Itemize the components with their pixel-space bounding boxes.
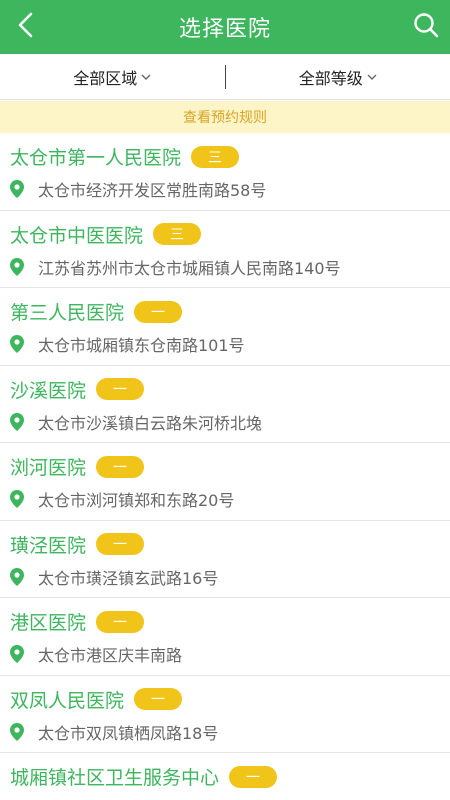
hospital-name: 第三人民医院 bbox=[10, 302, 125, 324]
hospital-address: 太仓市璜泾镇玄武路16号 bbox=[38, 568, 219, 588]
hospital-list-item[interactable]: 太仓市中医医院三江苏省苏州市太仓市城厢镇人民南路140号 bbox=[0, 211, 450, 288]
hospital-title-row: 太仓市中医医院三 bbox=[10, 221, 202, 248]
app-header: 选择医院 bbox=[0, 0, 450, 54]
region-filter[interactable]: 全部区域 bbox=[0, 54, 225, 99]
hospital-title-row: 双凤人民医院一 bbox=[10, 686, 183, 713]
hospital-address: 太仓市港区庆丰南路 bbox=[38, 646, 183, 665]
booking-rules-link[interactable]: 查看预约规则 bbox=[0, 101, 450, 133]
hospital-address: 太仓市城厢镇东仓南路101号 bbox=[38, 336, 245, 355]
hospital-address-row: 江苏省苏州市太仓市城厢镇人民南路140号 bbox=[10, 255, 341, 279]
hospital-level-badge: 一 bbox=[96, 610, 145, 633]
hospital-address: 太仓市双凤镇栖凤路18号 bbox=[38, 723, 219, 743]
hospital-address-row: 太仓市经济开发区常胜南路58号 bbox=[10, 177, 266, 201]
hospital-title-row: 太仓市第一人民医院三 bbox=[10, 143, 240, 170]
hospital-title-row: 港区医院一 bbox=[10, 608, 145, 635]
hospital-name: 璜泾医院 bbox=[10, 534, 87, 557]
hospital-list-item[interactable]: 太仓市第一人民医院三太仓市经济开发区常胜南路58号 bbox=[0, 133, 450, 211]
hospital-level-badge: 一 bbox=[134, 688, 183, 710]
hospital-name: 沙溪医院 bbox=[10, 379, 87, 402]
hospital-list: 太仓市第一人民医院三太仓市经济开发区常胜南路58号 太仓市中医医院三江苏省苏州市太… bbox=[0, 133, 450, 800]
hospital-address: 江苏省苏州市太仓市城厢镇人民南路140号 bbox=[38, 258, 341, 278]
level-filter[interactable]: 全部等级 bbox=[226, 54, 450, 99]
hospital-address-row: 太仓市沙溪镇白云路朱河桥北堍 bbox=[10, 410, 262, 434]
chevron-down-icon bbox=[141, 73, 151, 81]
hospital-level-badge: 一 bbox=[134, 300, 183, 323]
hospital-title-row: 第三人民医院一 bbox=[10, 298, 183, 325]
location-pin-icon bbox=[10, 645, 24, 663]
back-button[interactable] bbox=[8, 9, 44, 45]
hospital-title-row: 浏河医院一 bbox=[10, 453, 145, 480]
location-pin-icon bbox=[10, 722, 24, 741]
chevron-down-icon bbox=[367, 73, 377, 81]
hospital-level-badge: 三 bbox=[191, 145, 240, 168]
hospital-address: 太仓市经济开发区常胜南路58号 bbox=[38, 181, 267, 200]
hospital-name: 双凤人民医院 bbox=[10, 689, 125, 712]
filter-bar: 全部区域 全部等级 bbox=[0, 54, 450, 100]
hospital-address-row: 太仓市港区庆丰南路 bbox=[10, 642, 182, 666]
hospital-address-row: 太仓市璜泾镇玄武路16号 bbox=[10, 565, 218, 589]
location-pin-icon bbox=[10, 180, 24, 198]
region-filter-label: 全部区域 bbox=[73, 68, 138, 88]
hospital-list-item[interactable]: 双凤人民医院一太仓市双凤镇栖凤路18号 bbox=[0, 676, 450, 753]
location-pin-icon bbox=[10, 567, 24, 586]
hospital-level-badge: 一 bbox=[96, 455, 145, 478]
location-pin-icon bbox=[10, 490, 24, 508]
level-filter-label: 全部等级 bbox=[298, 68, 363, 88]
hospital-title-row: 城厢镇社区卫生服务中心一 bbox=[10, 763, 278, 790]
hospital-name: 港区医院 bbox=[10, 612, 87, 634]
search-icon bbox=[413, 12, 439, 42]
hospital-list-item[interactable]: 第三人民医院一太仓市城厢镇东仓南路101号 bbox=[0, 288, 450, 366]
hospital-address-row: 太仓市浏河镇郑和东路20号 bbox=[10, 487, 234, 511]
location-pin-icon bbox=[10, 257, 24, 276]
hospital-level-badge: 三 bbox=[153, 223, 202, 245]
hospital-level-badge: 一 bbox=[96, 533, 145, 555]
hospital-list-item[interactable]: 沙溪医院一太仓市沙溪镇白云路朱河桥北堍 bbox=[0, 366, 450, 443]
hospital-list-item[interactable]: 浏河医院一太仓市浏河镇郑和东路20号 bbox=[0, 443, 450, 521]
hospital-address-row: 太仓市双凤镇栖凤路18号 bbox=[10, 720, 218, 744]
chevron-left-icon bbox=[17, 12, 35, 42]
hospital-name: 太仓市第一人民医院 bbox=[10, 147, 182, 169]
page-title: 选择医院 bbox=[178, 17, 271, 42]
hospital-title-row: 璜泾医院一 bbox=[10, 531, 145, 558]
hospital-list-item[interactable]: 璜泾医院一太仓市璜泾镇玄武路16号 bbox=[0, 521, 450, 598]
hospital-address: 太仓市浏河镇郑和东路20号 bbox=[38, 491, 235, 510]
hospital-level-badge: 一 bbox=[96, 378, 145, 400]
hospital-title-row: 沙溪医院一 bbox=[10, 376, 145, 403]
hospital-name: 太仓市中医医院 bbox=[10, 224, 144, 247]
hospital-list-item[interactable]: 城厢镇社区卫生服务中心一 bbox=[0, 753, 450, 800]
location-pin-icon bbox=[10, 335, 24, 353]
location-pin-icon bbox=[10, 412, 24, 431]
hospital-address-row: 太仓市城厢镇东仓南路101号 bbox=[10, 332, 245, 356]
hospital-name: 城厢镇社区卫生服务中心 bbox=[10, 767, 220, 789]
search-button[interactable] bbox=[408, 9, 444, 45]
hospital-name: 浏河医院 bbox=[10, 457, 87, 479]
hospital-address: 太仓市沙溪镇白云路朱河桥北堍 bbox=[38, 413, 263, 433]
hospital-list-item[interactable]: 港区医院一太仓市港区庆丰南路 bbox=[0, 598, 450, 676]
hospital-level-badge: 一 bbox=[229, 765, 278, 788]
